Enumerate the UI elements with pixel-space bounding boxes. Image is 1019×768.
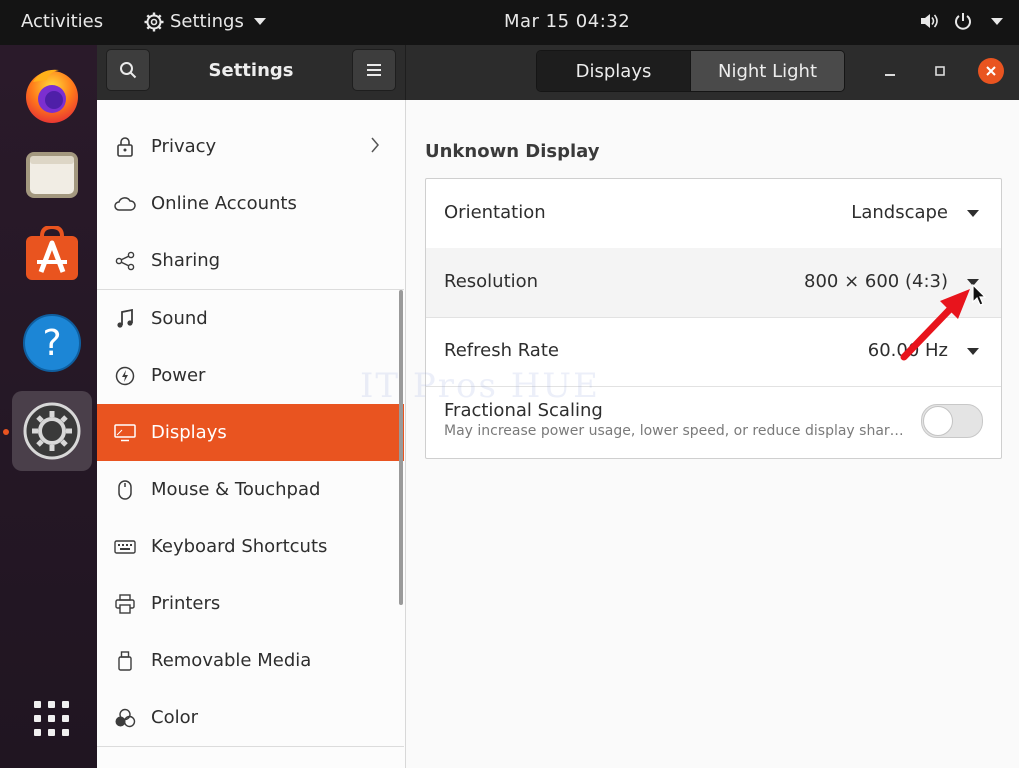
volume-icon [921,14,938,28]
minimize-icon [885,74,895,76]
sidebar-item-keyboard-shortcuts[interactable]: Keyboard Shortcuts [97,518,404,575]
sidebar-header: Settings [97,45,406,100]
toggle-knob [923,406,953,436]
chevron-down-icon [253,18,266,25]
dock-show-apps[interactable] [12,679,92,759]
sidebar-item-label: Online Accounts [151,193,297,214]
annotation-arrow [900,289,970,361]
power-icon [114,366,136,386]
sidebar-item-color[interactable]: Color [97,689,404,746]
tab-displays[interactable]: Displays [537,51,690,91]
sidebar-item-removable-media[interactable]: Removable Media [97,632,404,689]
printer-icon [114,593,136,614]
maximize-button[interactable] [927,58,953,84]
gear-icon [144,12,164,31]
sidebar-item-label: Mouse & Touchpad [151,479,321,500]
sidebar-item-label: Removable Media [151,650,312,671]
orientation-row[interactable]: Orientation Landscape [426,179,1001,249]
sidebar-item-label: Power [151,365,206,386]
dock-help[interactable]: ? [12,303,92,383]
sidebar-item-label: Printers [151,593,221,614]
sidebar-item-sharing[interactable]: Sharing [97,232,404,289]
sidebar-item-label: Sharing [151,250,221,271]
fractional-scaling-toggle[interactable] [921,404,983,438]
chevron-right-icon [370,135,380,159]
settings-gear-icon [23,402,81,460]
orientation-value: Landscape [851,202,948,223]
displays-panel: Unknown Display Orientation Landscape Re… [406,100,1019,768]
refresh-rate-label: Refresh Rate [444,340,559,361]
active-indicator [3,429,9,435]
close-icon [986,66,996,76]
maximize-icon [935,66,945,76]
close-button[interactable] [978,58,1004,84]
dock-software[interactable] [12,215,92,295]
sidebar-separator [97,746,404,747]
lock-icon [114,136,136,157]
sidebar-item-displays[interactable]: Displays [97,404,404,461]
orientation-label: Orientation [444,202,546,223]
software-icon [26,226,78,280]
tab-night-light[interactable]: Night Light [690,51,844,91]
dock-firefox[interactable] [12,55,92,135]
help-icon: ? [23,314,81,372]
sidebar-item-printers[interactable]: Printers [97,575,404,632]
settings-sidebar: Privacy Online Accounts Sharing Sound Po… [97,100,406,768]
top-bar: Activities Settings Mar 15 04:32 [0,0,1019,45]
view-switcher: Displays Night Light [536,50,845,92]
sidebar-item-label: Sound [151,308,208,329]
minimize-button[interactable] [877,58,903,84]
activities-button[interactable]: Activities [21,11,103,32]
sidebar-item-mouse-touchpad[interactable]: Mouse & Touchpad [97,461,404,518]
mouse-cursor-icon [972,284,987,306]
sidebar-item-label: Color [151,707,198,728]
app-menu[interactable]: Settings [144,11,266,32]
header-bar: Settings Displays Night Light [97,45,1019,101]
music-note-icon [114,308,136,329]
sidebar-item-online-accounts[interactable]: Online Accounts [97,175,404,232]
hamburger-menu-icon [367,64,381,76]
chevron-down-icon [991,17,1003,25]
mouse-icon [114,479,136,500]
files-icon [26,152,78,198]
resolution-label: Resolution [444,271,539,292]
cloud-icon [114,196,136,212]
system-tray[interactable] [919,11,1003,31]
sidebar-item-label: Keyboard Shortcuts [151,536,328,557]
sidebar-item-label: Displays [151,422,227,443]
clock[interactable]: Mar 15 04:32 [504,11,630,32]
monitor-icon [114,423,136,442]
dropdown-arrow-icon [967,210,979,217]
show-apps-icon [34,701,69,736]
sidebar-item-sound[interactable]: Sound [97,290,404,347]
sidebar-item-privacy[interactable]: Privacy [97,118,404,175]
sidebar-item-label: Privacy [151,136,217,157]
color-circles-icon [114,708,136,728]
dock-files[interactable] [12,135,92,215]
share-icon [114,251,136,271]
usb-drive-icon [114,650,136,671]
svg-text:?: ? [42,323,61,364]
sidebar-scrollbar[interactable] [399,290,403,605]
fractional-scaling-description: May increase power usage, lower speed, o… [444,423,904,439]
firefox-icon [26,69,78,123]
power-icon [955,13,971,30]
display-name-heading: Unknown Display [425,141,600,162]
dock-settings[interactable] [12,391,92,471]
watermark: IT Pros HUE [360,366,600,406]
app-menu-label: Settings [170,11,244,32]
sidebar-item-power[interactable]: Power [97,347,404,404]
dock: ? [0,45,97,768]
menu-button[interactable] [352,49,396,91]
keyboard-icon [114,539,136,554]
